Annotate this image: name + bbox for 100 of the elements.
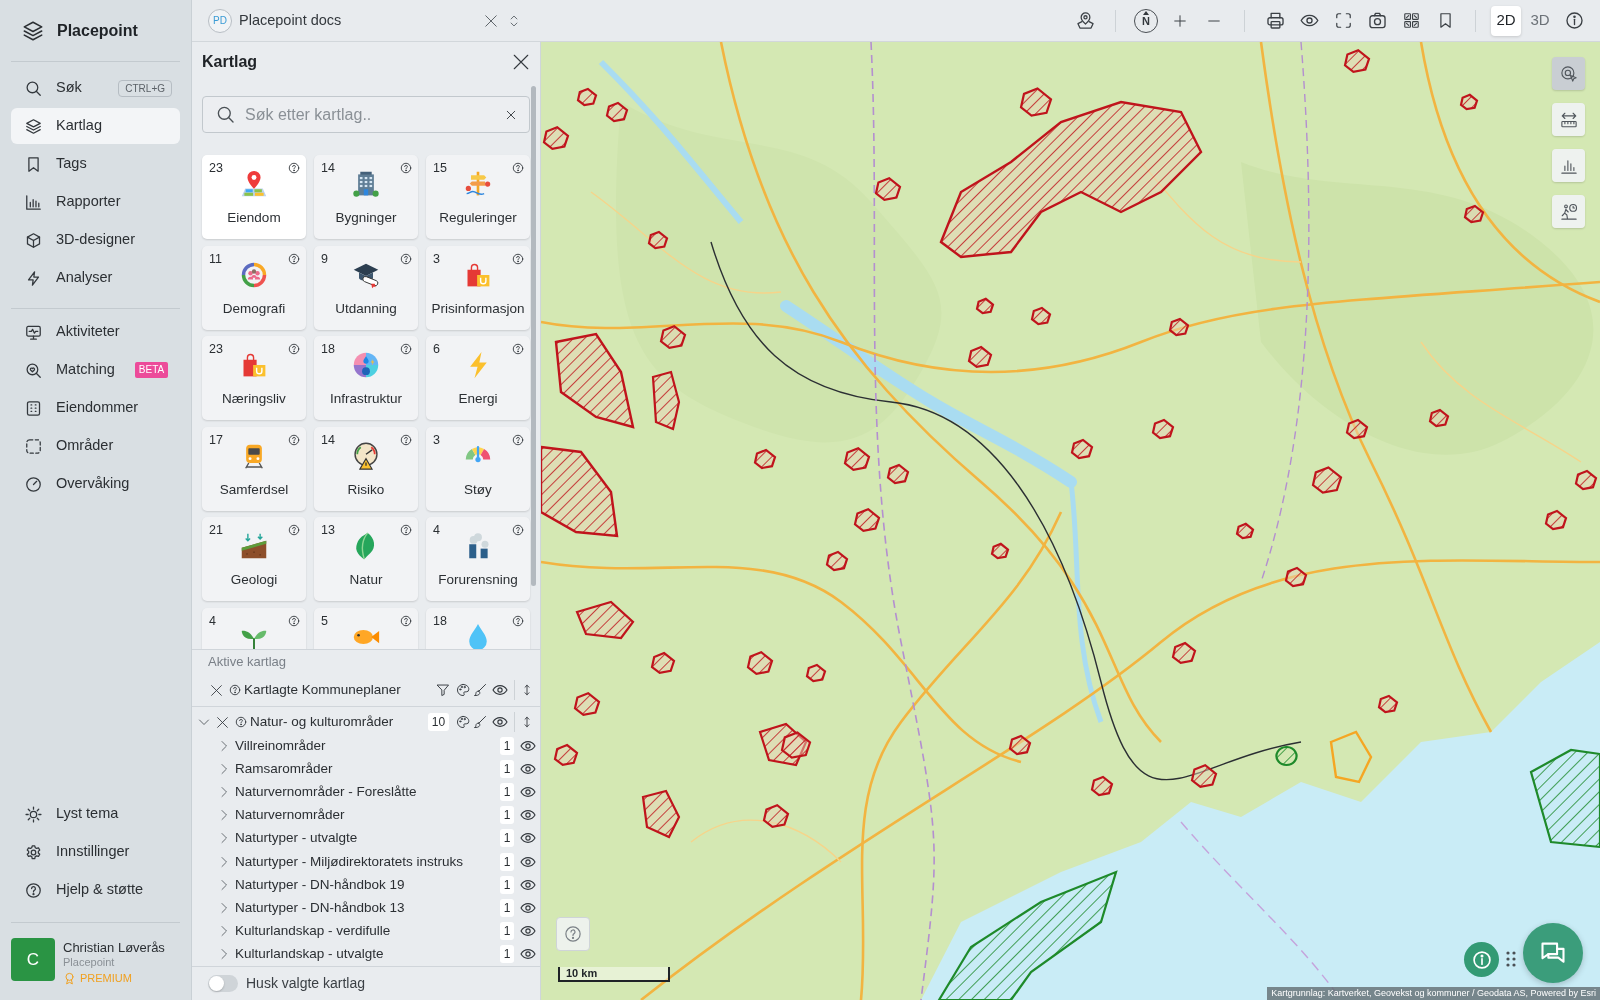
sublayer-name[interactable]: Villreinområder <box>235 735 500 756</box>
map-tool-button[interactable] <box>1552 57 1585 90</box>
filter-icon[interactable] <box>436 683 450 698</box>
nav-item[interactable]: Søk CTRL+G <box>11 70 180 106</box>
ruler-icon <box>1559 110 1578 129</box>
category-tile[interactable]: 4 Forurensning <box>426 517 530 601</box>
nav-item[interactable]: Kartlag <box>11 108 180 144</box>
nav-item[interactable]: Tags <box>11 146 180 182</box>
help-icon[interactable] <box>288 614 300 627</box>
layer-name[interactable]: Kartlagte Kommuneplaner <box>244 680 436 701</box>
info-icon[interactable] <box>1564 11 1584 30</box>
help-icon[interactable] <box>512 524 524 536</box>
sublayer-name[interactable]: Naturtyper - utvalgte <box>235 828 500 849</box>
clear-icon[interactable] <box>506 109 516 120</box>
toggle-switch[interactable] <box>208 975 238 992</box>
close-icon[interactable] <box>210 683 223 697</box>
view-mode-tab[interactable]: 2D <box>1491 5 1521 36</box>
nav-item[interactable]: Områder <box>11 428 180 464</box>
category-tile[interactable]: 6 Energi <box>426 336 530 420</box>
help-icon[interactable] <box>400 343 412 355</box>
palette-icon[interactable] <box>456 715 470 730</box>
help-icon[interactable] <box>400 433 412 446</box>
move-vertical-icon[interactable] <box>521 684 533 697</box>
category-tile[interactable]: 14 Risiko <box>314 426 418 511</box>
sublayer-name[interactable]: Kulturlandskap - verdifulle <box>235 921 500 942</box>
category-tile[interactable]: 18 <box>426 607 530 650</box>
sublayer-name[interactable]: Ramsarområder <box>235 758 500 780</box>
camera-icon[interactable] <box>1367 11 1387 30</box>
help-icon[interactable] <box>288 343 300 355</box>
category-tile[interactable]: 3 Prisinformasjon <box>426 245 530 330</box>
category-tile[interactable]: 23 Næringsliv <box>202 336 306 420</box>
layer-name[interactable]: Natur- og kulturområder <box>250 712 428 733</box>
help-icon[interactable] <box>229 684 241 697</box>
fullscreen-icon[interactable] <box>1334 12 1352 29</box>
sublayer-name[interactable]: Naturtyper - Miljødirektoratets instruks <box>235 851 500 872</box>
document-title[interactable]: Placepoint docs <box>239 9 484 32</box>
help-icon[interactable] <box>288 252 300 265</box>
category-tile[interactable]: 21 Geologi <box>202 517 306 601</box>
sublayer-name[interactable]: Naturtyper - DN-håndbok 13 <box>235 897 500 919</box>
print-icon[interactable] <box>1265 11 1285 30</box>
help-icon[interactable] <box>512 614 524 627</box>
nav-item[interactable]: Analyser <box>11 260 180 296</box>
help-icon[interactable] <box>288 162 300 174</box>
category-tile[interactable]: 5 <box>314 607 418 650</box>
brush-icon[interactable] <box>473 683 487 698</box>
nav-item[interactable]: Matching BETA <box>11 352 180 388</box>
close-icon[interactable] <box>216 715 229 729</box>
category-tile[interactable]: 9 Utdanning <box>314 245 418 330</box>
nav-item[interactable]: Hjelp & støtte <box>11 872 180 908</box>
view-mode-tab[interactable]: 3D <box>1525 5 1555 36</box>
help-icon[interactable] <box>235 716 247 729</box>
category-tile[interactable]: 14 Bygninger <box>314 155 418 239</box>
section-title: Aktive kartlag <box>207 653 288 672</box>
map-pin-icon[interactable] <box>1075 11 1095 30</box>
help-icon[interactable] <box>288 433 300 446</box>
nav-item[interactable]: Aktiviteter <box>11 314 180 350</box>
move-vertical-icon[interactable] <box>521 716 533 729</box>
search-field[interactable]: Søk etter kartlag.. <box>202 96 530 133</box>
help-icon[interactable] <box>512 252 524 265</box>
nav-item[interactable]: Eiendommer <box>11 390 180 426</box>
nav-item[interactable]: Lyst tema <box>11 796 180 832</box>
scrollbar-thumb[interactable] <box>531 86 536 586</box>
help-icon[interactable] <box>512 162 524 174</box>
walking-clock-icon <box>1559 202 1578 221</box>
category-tile[interactable]: 18 Infrastruktur <box>314 336 418 420</box>
info-icon <box>1471 949 1492 970</box>
help-icon[interactable] <box>288 524 300 536</box>
sublayer-name[interactable]: Kulturlandskap - utvalgte <box>235 944 500 965</box>
help-icon[interactable] <box>512 343 524 355</box>
category-tile[interactable]: 15 Reguleringer <box>426 155 530 239</box>
close-icon[interactable] <box>512 53 530 71</box>
drag-handle-icon[interactable] <box>1506 951 1516 967</box>
sublayer-name[interactable]: Naturvernområder <box>235 805 500 826</box>
category-tile[interactable]: 17 Samferdsel <box>202 426 306 511</box>
sublayer-name[interactable]: Naturvernområder - Foreslåtte <box>235 781 500 803</box>
category-tile[interactable]: 4 <box>202 607 306 650</box>
nav-item[interactable]: Innstillinger <box>11 834 180 870</box>
sublayer-name[interactable]: Naturtyper - DN-håndbok 19 <box>235 874 500 895</box>
category-tile[interactable]: 23 Eiendom <box>202 155 306 239</box>
category-tile[interactable]: 3 Støy <box>426 426 530 511</box>
map-tool-button[interactable] <box>1552 195 1585 228</box>
help-icon[interactable] <box>512 433 524 446</box>
help-icon[interactable] <box>400 614 412 627</box>
close-icon[interactable] <box>484 13 498 28</box>
layer-count: 3 <box>433 432 440 447</box>
nav-item[interactable]: 3D-designer <box>11 222 180 258</box>
category-tile[interactable]: 11 Demografi <box>202 245 306 330</box>
category-tile[interactable]: 13 Natur <box>314 517 418 601</box>
map-tool-button[interactable] <box>1552 149 1585 182</box>
map-tool-button[interactable] <box>1552 103 1585 136</box>
grid-icon[interactable] <box>1402 12 1420 29</box>
user-avatar[interactable]: C <box>11 938 55 981</box>
help-button[interactable] <box>556 917 590 951</box>
help-icon[interactable] <box>400 524 412 536</box>
palette-icon[interactable] <box>456 683 470 698</box>
help-icon[interactable] <box>400 162 412 174</box>
nav-item[interactable]: Rapporter <box>11 184 180 220</box>
nav-item[interactable]: Overvåking <box>11 466 180 502</box>
brush-icon[interactable] <box>473 715 487 730</box>
help-icon[interactable] <box>400 252 412 265</box>
